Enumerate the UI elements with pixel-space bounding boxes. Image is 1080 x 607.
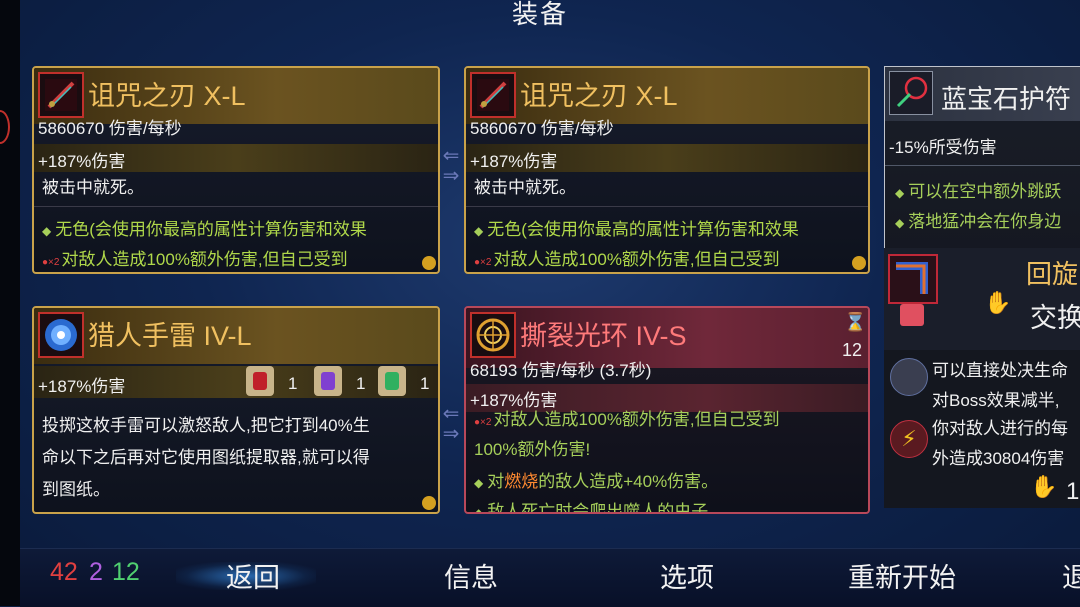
affix-burning: ◆ 对燃烧的敌人造成+40%伤害。 xyxy=(474,466,718,499)
scroll-count: 1 xyxy=(356,374,366,393)
affix-text: 对敌人造成100%额外伤害,但自己受到 xyxy=(493,250,780,269)
dps-text: 5860670 伤害/每秒 xyxy=(38,119,182,138)
curse-blade-icon xyxy=(38,72,84,118)
skill-description-line: 命以下之后再对它使用图纸提取器,就可以得 xyxy=(42,448,370,467)
info-button[interactable]: 信息 xyxy=(444,556,498,595)
mutation-text: 可以直接处决生命 xyxy=(932,361,1068,380)
bullet-icon: ◆ xyxy=(474,506,484,514)
curse-icon: ●×2 xyxy=(474,257,492,268)
survival-scroll-icon xyxy=(378,366,406,396)
bullet-icon: ◆ xyxy=(474,476,484,490)
dps-text: 68193 伤害/每秒 (3.7秒) xyxy=(470,361,652,380)
affix-text: 无色(会使用你最高的属性计算伤害和效果 xyxy=(55,220,367,239)
brutality-stat: 42 xyxy=(50,558,78,586)
ring-icon xyxy=(0,110,10,144)
weapon-description: 被击中就死。 xyxy=(474,178,576,197)
divider xyxy=(34,206,438,207)
scroll-count: 1 xyxy=(420,374,430,393)
divider xyxy=(466,206,868,207)
skill-name: 猎人手雷 IV-L xyxy=(88,321,252,351)
mutation-text: 你对敌人进行的每 xyxy=(932,419,1068,438)
swap-button[interactable]: 交换 xyxy=(1030,296,1080,335)
cells-icon: ✋ xyxy=(1030,474,1058,499)
options-button[interactable]: 选项 xyxy=(660,556,714,595)
lightning-mutation-icon: ⚡ xyxy=(890,420,928,458)
aura-icon xyxy=(470,312,516,358)
curse-icon: ●×2 xyxy=(474,417,492,428)
swap-arrows-icon: ⇐ ⇒ xyxy=(442,145,460,187)
bullet-icon: ◆ xyxy=(895,186,905,200)
affix-damage-cont: 100%额外伤害! xyxy=(474,440,591,459)
affix-damage: ●×2 对敌人造成100%额外伤害,但自己受到 xyxy=(474,404,780,438)
divider xyxy=(885,165,1080,166)
scroll-count: 1 xyxy=(288,374,298,393)
boomerang-icon xyxy=(888,254,938,304)
curse-icon: ●×2 xyxy=(42,257,60,268)
backpack-skill-name: 回旋 xyxy=(1026,259,1079,289)
back-button[interactable]: 返回 xyxy=(226,556,280,595)
affix-text: 对敌人造成100%额外伤害,但自己受到 xyxy=(61,250,348,269)
page-title: 装备 xyxy=(511,0,568,29)
swap-arrows-icon: ⇐ ⇒ xyxy=(442,403,460,445)
affix-damage: ●×2 对敌人造成100%额外伤害,但自己受到 xyxy=(474,244,780,272)
hourglass-icon: ⌛ xyxy=(844,312,867,332)
affix-text: 的敌人造成+40%伤害。 xyxy=(538,472,719,491)
amulet-stat: -15%所受伤害 xyxy=(889,138,997,157)
damage-bonus: +187%伤害 xyxy=(38,377,126,396)
quit-button[interactable]: 退 xyxy=(1062,556,1080,595)
corner-gem-icon xyxy=(416,490,438,512)
equipment-card-curse-blade-equipped[interactable]: 诅咒之刃 X-L 5860670 伤害/每秒 +187%伤害 被击中就死。 ◆ 无… xyxy=(32,66,440,274)
weapon-description: 被击中就死。 xyxy=(42,178,144,197)
mutations-panel: 可以直接处决生命 对Boss效果减半, ⚡ 你对敌人进行的每 外造成30804伤… xyxy=(884,350,1080,508)
curse-blade-icon xyxy=(470,72,516,118)
restart-button[interactable]: 重新开始 xyxy=(848,556,956,595)
skill-description-line: 到图纸。 xyxy=(42,480,110,499)
bullet-icon: ◆ xyxy=(895,216,905,230)
grenade-icon xyxy=(38,312,84,358)
equipment-card-hunter-grenade[interactable]: 猎人手雷 IV-L +187%伤害 1 1 1 投掷这枚手雷可以激怒敌人,把它打… xyxy=(32,306,440,514)
bullet-icon: ◆ xyxy=(42,224,52,238)
mutation-text: 对Boss效果减半, xyxy=(932,391,1060,410)
amulet-icon xyxy=(889,71,933,115)
affix-worms: ◆ 敌人死亡时会爬出噬人的虫子 xyxy=(474,496,709,514)
damage-bonus: +187%伤害 xyxy=(38,152,126,171)
dps-text: 5860670 伤害/每秒 xyxy=(470,119,614,138)
mutation-text: 外造成30804伤害 xyxy=(932,449,1065,468)
affix-text: 可以在空中额外跳跃 xyxy=(908,182,1062,201)
skill-tag-icon xyxy=(900,304,924,326)
bullet-icon: ◆ xyxy=(474,224,484,238)
cells-count: 1 xyxy=(1066,478,1080,505)
tactics-stat: 2 xyxy=(89,558,103,586)
executioner-mutation-icon xyxy=(890,358,928,396)
affix-text: 落地猛冲会在你身边 xyxy=(908,212,1062,231)
amulet-name: 蓝宝石护符 xyxy=(941,84,1072,114)
corner-gem-icon xyxy=(846,250,868,272)
cooldown-value: 12 xyxy=(842,340,863,360)
damage-bonus: +187%伤害 xyxy=(470,152,558,171)
amulet-affix: ◆ 可以在空中额外跳跃 xyxy=(895,177,1061,202)
skill-description-line: 投掷这枚手雷可以激怒敌人,把它打到40%生 xyxy=(42,416,370,435)
equipment-card-tearing-aura[interactable]: 撕裂光环 IV-S ⌛ 12 68193 伤害/每秒 (3.7秒) +187%伤… xyxy=(464,306,870,514)
amulet-affix: ◆ 落地猛冲会在你身边 xyxy=(895,207,1061,232)
affix-text: 敌人死亡时会爬出噬人的虫子 xyxy=(487,502,709,514)
affix-text: 对 xyxy=(487,472,505,491)
corner-gem-icon xyxy=(416,250,438,272)
affix-damage: ●×2 对敌人造成100%额外伤害,但自己受到 xyxy=(42,244,348,272)
affix-colorless: ◆ 无色(会使用你最高的属性计算伤害和效果 xyxy=(42,214,367,247)
weapon-name: 诅咒之刃 X-L xyxy=(88,81,246,111)
affix-text: 无色(会使用你最高的属性计算伤害和效果 xyxy=(487,220,799,239)
left-edge xyxy=(0,0,20,606)
brutality-scroll-icon xyxy=(246,366,274,396)
swap-hand-icon: ✋ xyxy=(984,290,1012,315)
tactics-scroll-icon xyxy=(314,366,342,396)
survival-stat: 12 xyxy=(112,558,140,586)
affix-text: 对敌人造成100%额外伤害,但自己受到 xyxy=(493,410,780,429)
equipment-card-curse-blade-new[interactable]: 诅咒之刃 X-L 5860670 伤害/每秒 +187%伤害 被击中就死。 ◆ 无… xyxy=(464,66,870,274)
weapon-name: 诅咒之刃 X-L xyxy=(520,81,678,111)
skill-name: 撕裂光环 IV-S xyxy=(520,321,687,351)
burning-keyword: 燃烧 xyxy=(504,472,539,491)
affix-colorless: ◆ 无色(会使用你最高的属性计算伤害和效果 xyxy=(474,214,799,247)
